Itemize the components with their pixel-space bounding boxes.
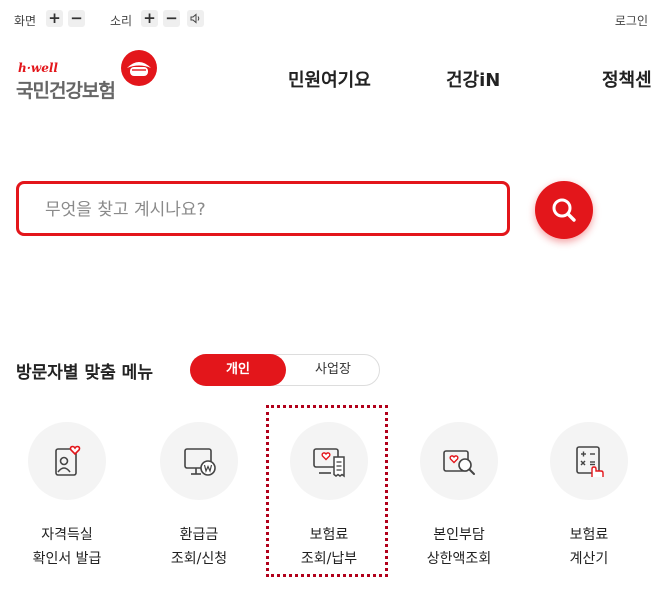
utility-bar: 화면 + − 소리 + − 로그인 — [0, 0, 662, 38]
speaker-icon — [190, 13, 200, 24]
menu-icon-circle — [550, 422, 628, 500]
monitor-won-icon — [184, 448, 216, 476]
gnb-item-health-in[interactable]: 건강iN — [446, 66, 500, 92]
menu-item-label-line2: 계산기 — [569, 551, 609, 567]
highlight-box — [266, 405, 388, 577]
search-box — [16, 181, 510, 236]
menu-item-copay-ceiling[interactable]: 본인부담 상한액조회 — [406, 420, 516, 580]
volume-down-button[interactable]: − — [163, 10, 180, 27]
tab-business[interactable]: 사업장 — [286, 355, 380, 385]
tab-personal[interactable]: 개인 — [190, 354, 286, 386]
menu-icon-circle — [28, 422, 106, 500]
sound-label: 소리 — [110, 14, 133, 28]
speaker-button[interactable] — [187, 10, 204, 27]
id-card-heart-icon — [55, 445, 81, 476]
menu-item-refund-inquiry[interactable]: 환급금 조회/신청 — [146, 420, 256, 580]
screen-size-label: 화면 — [14, 14, 37, 28]
menu-item-label-line1: 본인부담 — [433, 527, 485, 543]
menu-item-label-line1: 환급금 — [179, 527, 219, 543]
search-input[interactable] — [43, 196, 487, 224]
menu-icon-circle — [420, 422, 498, 500]
logo-face-icon — [121, 50, 157, 86]
menu-item-label-line2: 상한액조회 — [426, 551, 492, 567]
calculator-hand-icon — [576, 446, 604, 477]
menu-item-label-line1: 보험료 — [569, 527, 609, 543]
nhis-logo[interactable]: h·well 국민건강보험 — [16, 48, 166, 102]
screen-zoom-out-button[interactable]: − — [68, 10, 85, 27]
screen-zoom-in-button[interactable]: + — [46, 10, 63, 27]
logo-hwell-text: h·well — [18, 61, 58, 75]
heart-search-icon — [443, 450, 475, 475]
menu-item-label-line2: 조회/신청 — [170, 551, 228, 567]
search-button[interactable] — [535, 181, 593, 239]
search-icon — [552, 198, 576, 222]
visitor-type-toggle: 개인 사업장 — [190, 354, 380, 386]
menu-item-qualification-certificate[interactable]: 자격득실 확인서 발급 — [14, 420, 124, 580]
volume-up-button[interactable]: + — [141, 10, 158, 27]
login-link[interactable]: 로그인 — [615, 12, 648, 29]
menu-item-premium-calculator[interactable]: 보험료 계산기 — [536, 420, 646, 580]
menu-item-label-line2: 확인서 발급 — [32, 551, 102, 567]
gnb-item-civil-service[interactable]: 민원여기요 — [288, 66, 371, 92]
menu-item-label-line1: 자격득실 — [41, 527, 93, 543]
logo-korean-text: 국민건강보험 — [16, 80, 116, 102]
menu-icon-circle — [160, 422, 238, 500]
visitor-menu-title: 방문자별 맞춤 메뉴 — [16, 363, 153, 383]
gnb-item-policy-center[interactable]: 정책센 — [602, 66, 652, 92]
